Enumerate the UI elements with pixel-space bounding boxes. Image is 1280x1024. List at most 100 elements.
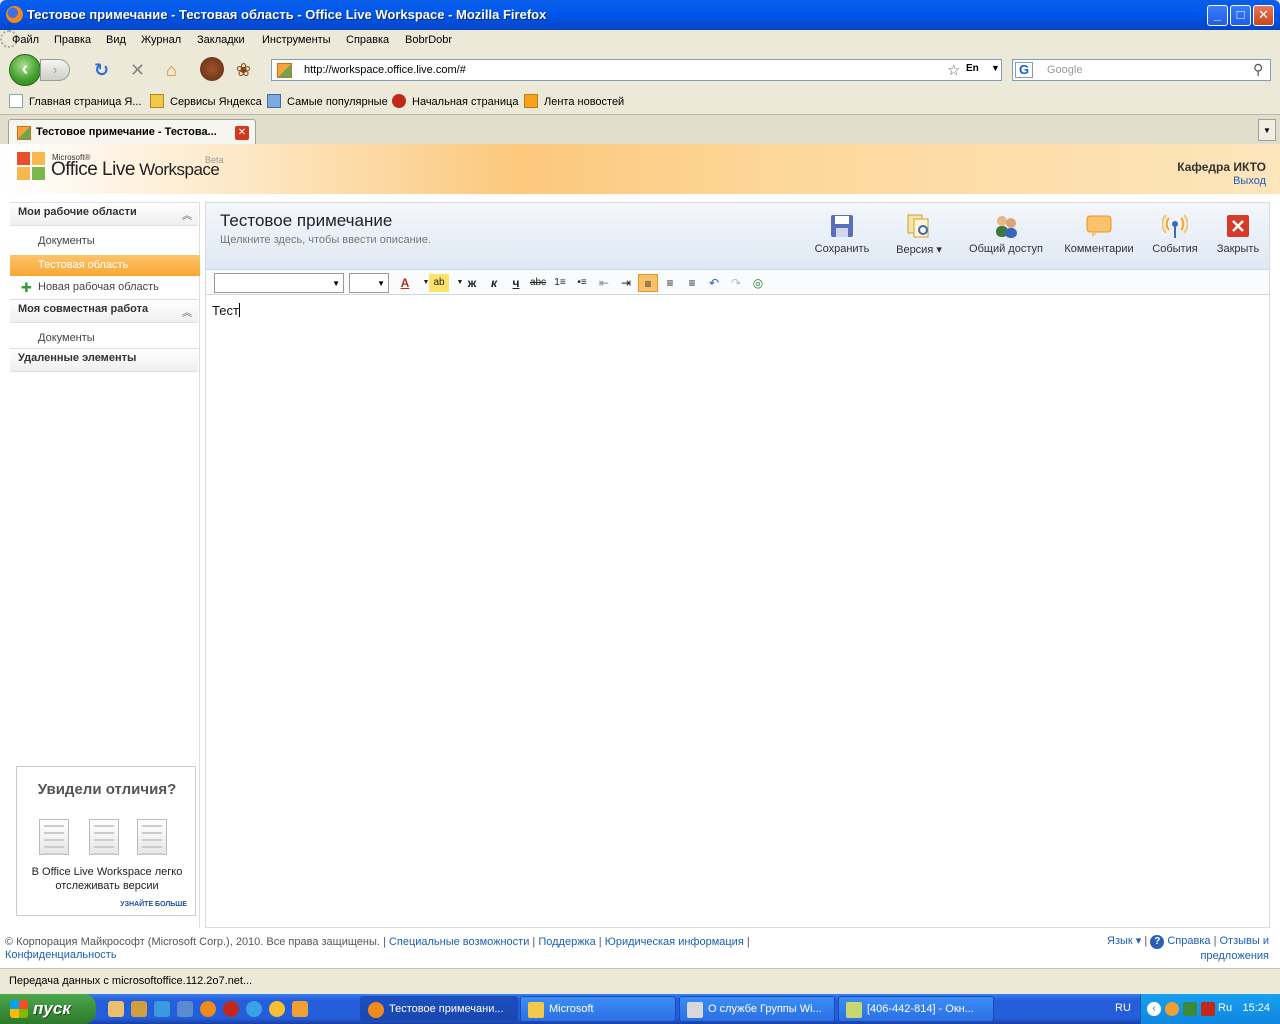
tab-active[interactable]: Тестовое примечание - Тестова... ✕ [8,119,256,145]
forward-button[interactable]: › [40,59,70,81]
sidebar-item-new-workspace[interactable]: ✚ Новая рабочая область [10,277,200,298]
quicklaunch-icon[interactable] [131,1001,147,1017]
task-help-window[interactable]: О службе Группы Wi... [679,996,835,1022]
ie-quicklaunch-icon[interactable] [246,1001,262,1017]
home-icon[interactable]: ⌂ [166,61,177,79]
menu-view[interactable]: Вид [106,34,126,46]
strikethrough-button[interactable]: abc [528,274,548,292]
editor-content[interactable]: Тест [212,303,240,318]
sidebar-item-documents[interactable]: Документы [10,231,200,252]
redo-button[interactable]: ↷ [726,274,746,292]
align-left-button[interactable]: ≡ [638,274,658,292]
sidebar-item-shared-documents[interactable]: Документы [10,328,200,349]
tray-icon[interactable] [1201,1002,1215,1016]
tab-list-button[interactable]: ▼ [1258,119,1276,141]
tray-expand-icon[interactable]: ‹ [1147,1002,1161,1016]
sign-out-link[interactable]: Выход [1233,175,1266,187]
section-deleted-items[interactable]: Удаленные элементы [10,348,198,372]
search-icon[interactable]: ⚲ [1253,61,1263,78]
stop-icon[interactable]: ✕ [130,61,145,79]
accessibility-link[interactable]: Специальные возможности [389,936,529,948]
bookmark-news-feed[interactable]: Лента новостей [544,96,624,108]
address-bar[interactable]: http://workspace.office.live.com/# ☆ En … [271,59,1002,81]
align-center-button[interactable]: ≡ [660,274,680,292]
align-right-button[interactable]: ≡ [682,274,702,292]
menu-bookmarks[interactable]: Закладки [197,34,245,46]
tray-icon[interactable] [1165,1002,1179,1016]
decrease-indent-button[interactable]: ⇤ [594,274,614,292]
media-quicklaunch-icon[interactable] [269,1001,285,1017]
support-link[interactable]: Поддержка [538,936,595,948]
collapse-icon[interactable]: ︽ [182,207,192,222]
firefox-quicklaunch-icon[interactable] [200,1001,216,1017]
promo-box[interactable]: Увидели отличия? В Office Live Workspace… [16,766,196,916]
font-size-select[interactable]: ▼ [349,273,389,293]
opera-quicklaunch-icon[interactable] [223,1001,239,1017]
section-my-shared-work[interactable]: Моя совместная работа ︽ [10,299,198,323]
bullet-list-button[interactable]: •≡ [572,274,592,292]
comments-button[interactable]: Комментарии [1059,213,1139,263]
language-link[interactable]: Язык ▾ [1107,935,1141,947]
collapse-icon[interactable]: ︽ [182,304,192,319]
quicklaunch-icon[interactable] [292,1001,308,1017]
task-explorer-folder[interactable]: Microsoft [520,996,676,1022]
close-window-button[interactable]: ✕ [1253,5,1274,26]
menu-file[interactable]: Файл [12,34,39,46]
bookmark-star-icon[interactable]: ☆ [947,61,960,79]
search-box[interactable]: G Google ⚲ [1012,59,1271,81]
url-text[interactable]: http://workspace.office.live.com/# [304,64,466,76]
feedback-link-line2[interactable]: предложения [1200,950,1269,962]
save-button[interactable]: Сохранить [809,213,875,263]
feedback-link[interactable]: Отзывы и [1220,935,1270,947]
reload-icon[interactable]: ↻ [94,61,109,79]
back-button[interactable]: ‹ [9,54,41,86]
privacy-link[interactable]: Конфиденциальность [5,949,117,961]
task-firefox[interactable]: Тестовое примечани... [360,996,518,1022]
paw-icon[interactable]: ❀ [236,61,251,79]
highlight-button[interactable]: ab [429,274,449,292]
document-editor[interactable]: Тест [206,297,1269,927]
window-titlebar[interactable]: Тестовое примечание - Тестовая область -… [0,0,1280,30]
show-desktop-icon[interactable] [108,1001,124,1017]
sidebar-item-test-area[interactable]: Тестовая область [10,255,200,276]
share-button[interactable]: Общий доступ [963,213,1049,263]
font-family-select[interactable]: ▼ [214,273,344,293]
bold-button[interactable]: ж [462,274,482,292]
font-color-button[interactable]: A [395,274,415,292]
quicklaunch-icon[interactable] [177,1001,193,1017]
tray-language[interactable]: Ru [1218,1002,1232,1014]
keyboard-layout[interactable]: RU [1115,1002,1131,1014]
close-document-button[interactable]: Закрыть [1211,213,1265,263]
menu-help[interactable]: Справка [346,34,389,46]
numbered-list-button[interactable]: 1≡ [550,274,570,292]
menu-history[interactable]: Журнал [141,34,181,46]
menu-bobrdobr[interactable]: BobrDobr [405,34,452,46]
close-tab-icon[interactable]: ✕ [235,126,249,140]
bookmark-most-visited[interactable]: Самые популярные [287,96,388,108]
search-placeholder[interactable]: Google [1047,64,1082,76]
increase-indent-button[interactable]: ⇥ [616,274,636,292]
italic-button[interactable]: к [484,274,504,292]
maximize-button[interactable]: □ [1230,5,1251,26]
events-button[interactable]: События [1147,213,1203,263]
insert-link-button[interactable]: ◎ [748,274,768,292]
google-engine-icon[interactable]: G [1015,62,1033,78]
help-link[interactable]: Справка [1167,935,1210,947]
page-title[interactable]: Тестовое примечание [220,211,392,231]
minimize-button[interactable]: _ [1207,5,1228,26]
bobrdobr-icon[interactable] [200,57,224,81]
tray-icon[interactable] [1183,1002,1197,1016]
quicklaunch-icon[interactable] [154,1001,170,1017]
url-dropdown-icon[interactable]: ▼ [991,63,1000,73]
page-description[interactable]: Щелкните здесь, чтобы ввести описание. [220,234,431,246]
menu-edit[interactable]: Правка [54,34,91,46]
tab-label[interactable]: Тестовое примечание - Тестова... [36,126,217,138]
menu-tools[interactable]: Инструменты [262,34,331,46]
learn-more-link[interactable]: УЗНАЙТЕ БОЛЬШЕ [120,901,187,908]
legal-link[interactable]: Юридическая информация [605,936,744,948]
bookmark-yandex-home[interactable]: Главная страница Я... [29,96,142,108]
undo-button[interactable]: ↶ [704,274,724,292]
task-remote-session[interactable]: [406-442-814] - Окн... [838,996,994,1022]
start-button[interactable]: пуск [0,994,96,1024]
version-button[interactable]: Версия ▾ [890,213,948,263]
